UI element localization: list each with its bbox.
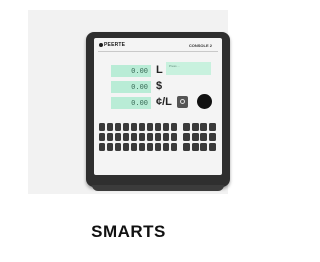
power-button-icon <box>177 96 188 108</box>
lcd-display: 0.00 <box>111 97 151 109</box>
product-title[interactable]: SMARTS <box>0 222 257 242</box>
keypad-key <box>162 132 170 142</box>
display-row-dollars: 0.00 $ <box>111 80 171 94</box>
keypad-key <box>122 123 130 132</box>
keypad-key <box>146 132 154 142</box>
keypad-key <box>99 123 106 132</box>
unit-label: $ <box>156 80 163 92</box>
keypad-key <box>170 123 177 132</box>
display-row-liters: 0.00 L <box>111 64 171 78</box>
keypad-key <box>154 142 162 151</box>
fuel-console-device: PEERTE CONSOLE 2 0.00 L 0.00 $ 0.00 ¢/L … <box>86 32 230 191</box>
keypad-key <box>106 132 114 142</box>
keypad-key <box>183 132 191 142</box>
keypad-key <box>191 132 199 142</box>
keypad-key <box>170 142 177 151</box>
keypad-key <box>130 132 138 142</box>
console-faceplate: PEERTE CONSOLE 2 0.00 L 0.00 $ 0.00 ¢/L … <box>94 38 222 175</box>
keypad-key <box>208 142 216 151</box>
keypad-key <box>154 123 162 132</box>
keypad-key <box>191 123 199 132</box>
keypad-key <box>130 142 138 151</box>
lcd-display: 0.00 <box>111 65 151 77</box>
console-model-label: CONSOLE 2 <box>188 43 212 48</box>
display-row-price: 0.00 ¢/L <box>111 96 172 110</box>
main-keypad <box>99 123 177 151</box>
keypad-key <box>99 132 106 142</box>
keypad-key <box>138 132 146 142</box>
rotary-knob-icon <box>197 94 212 109</box>
info-lcd-display: Press ... <box>166 62 211 75</box>
keypad-key <box>183 142 191 151</box>
keypad-key <box>99 142 106 151</box>
keypad-key <box>138 142 146 151</box>
keypad-key <box>183 123 191 132</box>
keypad-key <box>200 123 208 132</box>
keypad-key <box>138 123 146 132</box>
keypad-key <box>162 123 170 132</box>
faceplate-divider <box>98 51 218 52</box>
keypad-key <box>146 142 154 151</box>
lcd-display: 0.00 <box>111 81 151 93</box>
keypad-key <box>106 123 114 132</box>
keypad-key <box>200 142 208 151</box>
keypad-key <box>146 123 154 132</box>
keypad-key <box>122 142 130 151</box>
keypad-key <box>200 132 208 142</box>
keypad-key <box>122 132 130 142</box>
keypad-key <box>162 142 170 151</box>
product-card[interactable]: PEERTE CONSOLE 2 0.00 L 0.00 $ 0.00 ¢/L … <box>0 0 257 262</box>
keypad-key <box>191 142 199 151</box>
brand-text: PEERTE <box>104 42 126 48</box>
keypad-key <box>130 123 138 132</box>
keypad-key <box>208 123 216 132</box>
keypad-key <box>114 142 122 151</box>
unit-label: L <box>156 64 163 76</box>
numeric-keypad <box>183 123 216 151</box>
unit-label: ¢/L <box>156 96 172 108</box>
keypad-key <box>208 132 216 142</box>
keypad-key <box>114 132 122 142</box>
brand-logo: PEERTE <box>99 42 125 48</box>
product-image[interactable]: PEERTE CONSOLE 2 0.00 L 0.00 $ 0.00 ¢/L … <box>28 10 230 194</box>
keypad-key <box>154 132 162 142</box>
keypad-key <box>106 142 114 151</box>
brand-mark-icon <box>99 42 103 47</box>
keypad-key <box>170 132 177 142</box>
keypad-key <box>114 123 122 132</box>
